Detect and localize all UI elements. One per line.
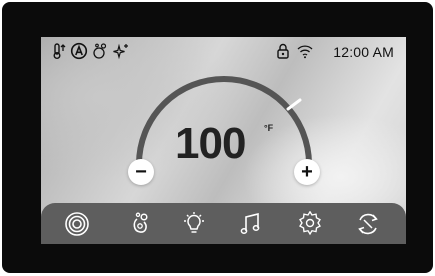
temperature-unit: °F — [264, 123, 274, 133]
bubbles-menu-icon[interactable] — [127, 211, 155, 237]
device-bezel: 12:00 AM 100 °F − + — [0, 0, 435, 276]
increase-temperature-button[interactable]: + — [294, 159, 320, 185]
temperature-value: 100 — [175, 119, 246, 168]
temperature-marker — [286, 98, 302, 111]
bottom-menu-bar — [41, 203, 406, 244]
decrease-temperature-button[interactable]: − — [128, 159, 154, 185]
cycle-icon[interactable] — [354, 211, 382, 237]
music-icon[interactable] — [237, 211, 265, 237]
touch-screen: 12:00 AM 100 °F − + — [41, 37, 406, 244]
settings-icon[interactable] — [296, 211, 324, 237]
light-icon[interactable] — [180, 211, 208, 237]
jets-icon[interactable] — [63, 211, 91, 237]
